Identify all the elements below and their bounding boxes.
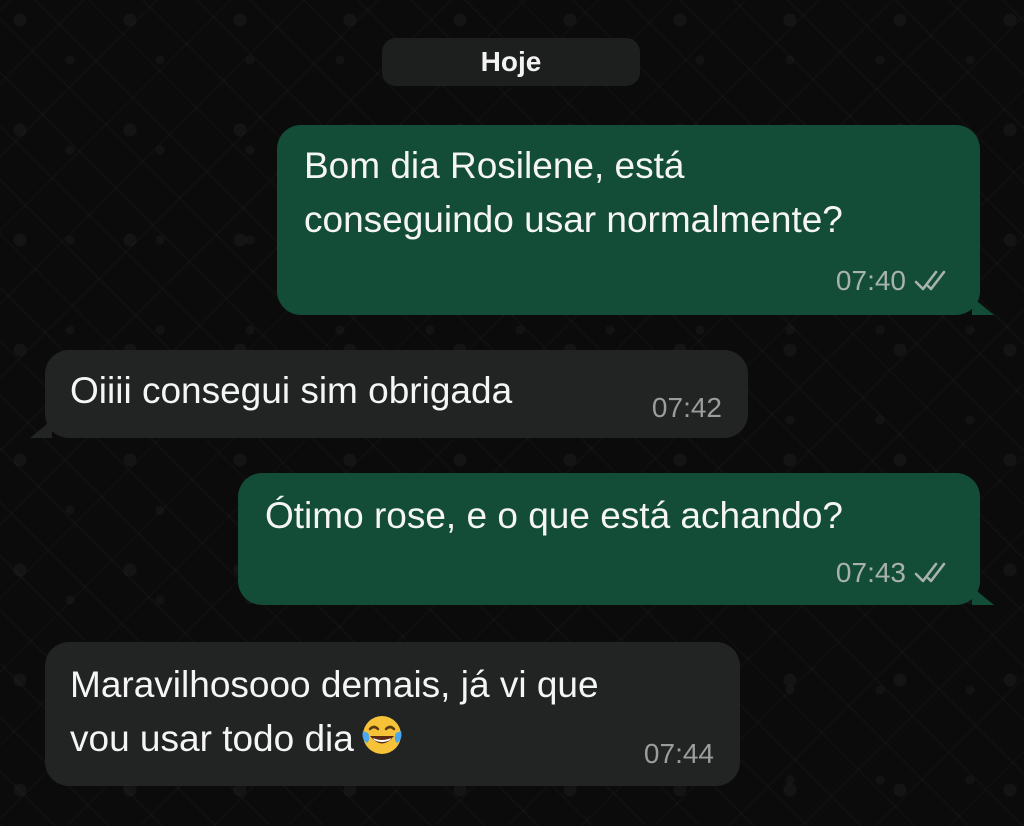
message-time: 07:40: [835, 265, 906, 296]
message-bubble-outgoing[interactable]: Bom dia Rosilene, está conseguindo usar …: [277, 125, 980, 315]
message-bubble-incoming[interactable]: Oiiii consegui sim obrigada 07:42: [45, 350, 748, 438]
message-text: Bom dia Rosilene, está conseguindo usar …: [304, 145, 843, 240]
message-bubble-incoming[interactable]: Maravilhosooo demais, já vi que vou usar…: [45, 642, 740, 786]
date-separator-label: Hoje: [480, 46, 542, 77]
message-text: Oiiii consegui sim obrigada: [70, 370, 513, 411]
message-text-line: Maravilhosooo demais, já vi que: [70, 664, 599, 705]
message-bubble-outgoing[interactable]: Ótimo rose, e o que está achando? 07:43: [238, 473, 980, 605]
bubble-tail: [30, 420, 52, 438]
message-text: Ótimo rose, e o que está achando?: [265, 495, 843, 536]
message-meta: 07:44: [644, 738, 714, 770]
message-meta: 07:40: [836, 265, 954, 297]
message-time: 07:44: [643, 738, 714, 769]
message-meta: 07:42: [652, 392, 722, 424]
message-text-line-with-emoji: vou usar todo dia: [70, 712, 599, 766]
bubble-tail: [972, 587, 994, 605]
message-time: 07:42: [651, 392, 722, 423]
message-text-line: vou usar todo dia: [70, 718, 354, 759]
double-check-icon: [914, 560, 954, 586]
double-check-icon: [914, 268, 954, 294]
message-time: 07:43: [835, 557, 906, 588]
message-meta: 07:43: [836, 557, 954, 589]
date-separator: Hoje: [382, 38, 640, 86]
bubble-tail: [972, 297, 994, 315]
message-text: Maravilhosooo demais, já vi que vou usar…: [70, 658, 599, 766]
tears-of-joy-emoji-icon: [360, 713, 404, 757]
